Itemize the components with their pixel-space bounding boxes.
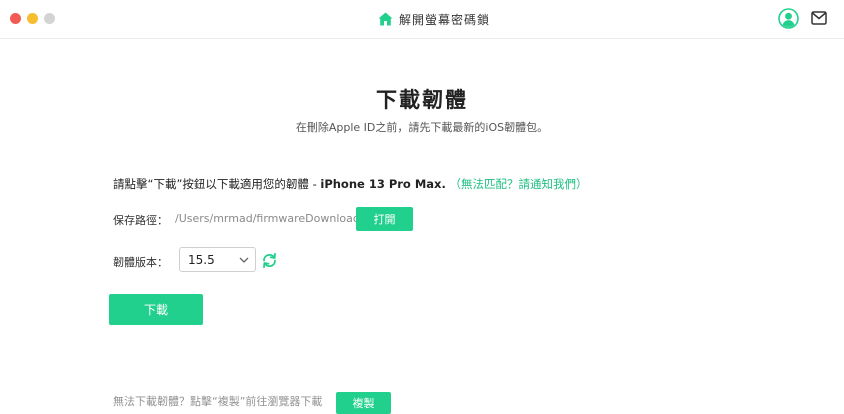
home-icon <box>378 12 393 26</box>
instruction-text: 請點擊“下載”按鈕以下載適用您的韌體 - <box>113 177 321 191</box>
save-path-value: /Users/mrmad/firmwareDownload <box>175 212 360 225</box>
save-path-label: 保存路徑： <box>113 214 168 227</box>
mail-icon[interactable] <box>811 11 827 25</box>
download-help-text: 無法下載韌體？點擊“複製”前往瀏覽器下載 <box>113 395 323 408</box>
device-model: iPhone 13 Pro Max. <box>320 177 446 191</box>
download-button[interactable]: 下載 <box>109 294 203 325</box>
firmware-version-value: 15.5 <box>188 252 215 267</box>
copy-button[interactable]: 複製 <box>336 392 391 414</box>
zoom-window-button[interactable] <box>44 13 55 24</box>
firmware-version-select[interactable]: 15.5 <box>179 247 256 272</box>
title-bar: 解開螢幕密碼鎖 <box>0 0 844 39</box>
window-title-text: 解開螢幕密碼鎖 <box>399 12 491 27</box>
report-mismatch-link[interactable]: （無法匹配？請通知我們） <box>449 177 587 191</box>
window-title: 解開螢幕密碼鎖 <box>378 9 490 29</box>
page-title: 下載韌體 <box>376 88 468 112</box>
download-instruction: 請點擊“下載”按鈕以下載適用您的韌體 - iPhone 13 Pro Max. … <box>113 176 587 192</box>
firmware-version-label: 韌體版本： <box>113 256 168 269</box>
user-icon[interactable] <box>778 8 799 29</box>
chevron-down-icon <box>239 257 249 263</box>
minimize-window-button[interactable] <box>27 13 38 24</box>
page-subtitle: 在刪除Apple ID之前，請先下載最新的iOS韌體包。 <box>295 121 549 134</box>
close-window-button[interactable] <box>10 13 21 24</box>
refresh-icon[interactable] <box>261 252 278 269</box>
open-folder-button[interactable]: 打開 <box>356 207 413 231</box>
